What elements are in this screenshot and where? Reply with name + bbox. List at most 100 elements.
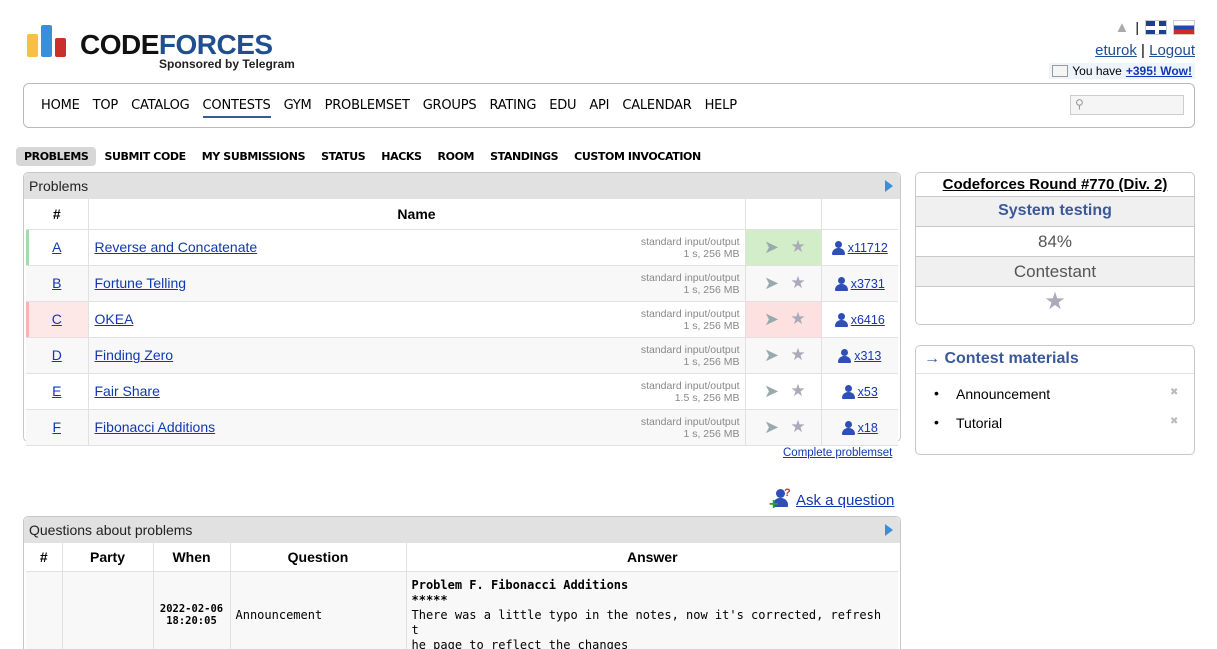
col-header-when: When [153,543,231,572]
favorite-star-icon[interactable]: ★ [790,345,805,365]
problems-box: Problems # Name A Reverse and Concatenate… [23,172,901,446]
complete-problemset-link[interactable]: Complete problemset [783,447,892,459]
submit-plane-icon[interactable]: ➤ [760,346,782,364]
submit-plane-icon[interactable]: ➤ [760,310,782,328]
material-item[interactable]: Announcement✖ [934,385,1194,415]
menu-item-edu[interactable]: EDU [549,98,576,118]
menu-item-groups[interactable]: GROUPS [423,98,477,118]
favorite-star-icon[interactable]: ★ [916,287,1194,323]
menu-item-problemset[interactable]: PROBLEMSET [325,98,410,118]
material-item[interactable]: Tutorial✖ [934,414,1194,444]
problem-index-link[interactable]: C [52,311,62,327]
problem-name-link[interactable]: Fibonacci Additions [95,419,216,435]
solved-count-link[interactable]: x53 [858,385,878,399]
solved-count-link[interactable]: x313 [854,349,881,363]
materials-list: Announcement✖Tutorial✖ [916,374,1194,444]
problem-row: C OKEA standard input/output 1 s, 256 MB ➤ ★ x… [26,301,898,338]
solved-count-link[interactable]: x6416 [851,313,885,327]
favorite-star-icon[interactable]: ★ [790,417,805,437]
notification-banner: You have +395! Wow! [1049,63,1195,79]
problems-box-title: Problems [24,173,900,199]
problem-index-link[interactable]: B [52,275,61,291]
english-flag-icon[interactable] [1145,19,1167,35]
solved-count-icon [831,241,845,256]
notify-link[interactable]: +395! Wow! [1126,64,1192,78]
menu-item-gym[interactable]: GYM [284,98,312,118]
menu-item-home[interactable]: HOME [41,98,80,118]
submit-plane-icon[interactable]: ➤ [760,274,782,292]
sub-menu-hacks[interactable]: HACKS [373,147,429,166]
problem-row: A Reverse and Concatenate standard input/o… [26,229,898,266]
col-header-idx: # [26,199,89,230]
sub-menu-submit-code[interactable]: SUBMIT CODE [96,147,193,166]
question-when: 2022-02-06 18:20:05 [153,571,231,649]
col-header-answer: Answer [406,543,898,572]
sub-menu-standings[interactable]: STANDINGS [482,147,566,166]
search-input[interactable]: ⚲ [1070,95,1184,115]
expand-triangle-icon[interactable] [885,524,893,536]
menu-item-catalog[interactable]: CATALOG [131,98,190,118]
problem-index-link[interactable]: A [52,239,61,255]
username-link[interactable]: eturok [1095,42,1137,59]
language-row: ▲ | [1049,16,1195,38]
solved-count-link[interactable]: x3731 [851,277,885,291]
solved-count-link[interactable]: x18 [858,421,878,435]
submit-plane-icon[interactable]: ➤ [760,382,782,400]
favorite-star-icon[interactable]: ★ [790,309,805,329]
submit-plane-icon[interactable]: ➤ [760,418,782,436]
problem-name-link[interactable]: Fair Share [95,383,160,399]
menu-item-api[interactable]: API [589,98,609,118]
menu-item-contests[interactable]: CONTESTS [202,98,271,118]
expand-triangle-icon[interactable] [885,180,893,192]
sub-menu-problems[interactable]: PROBLEMS [16,147,97,166]
question-text: Announcement [230,571,407,649]
problem-index-link[interactable]: E [52,383,61,399]
contest-materials-box: → Contest materials Announcement✖Tutoria… [915,345,1195,455]
favorite-star-icon[interactable]: ★ [790,273,805,293]
table-row: 2022-02-06 18:20:05 Announcement Problem… [26,571,898,649]
main-menu: HOME TOP CATALOG CONTESTS GYM PROBLEMSET GROUP… [23,83,1195,128]
ask-question-link[interactable]: Ask a question [796,492,894,509]
search-icon: ⚲ [1075,97,1084,111]
logout-link[interactable]: Logout [1149,42,1195,59]
submit-plane-icon[interactable]: ➤ [760,238,782,256]
codeforces-logo[interactable]: CODEFORCES Sponsored by Telegram [27,25,317,75]
bell-icon[interactable]: ▲ [1115,19,1130,36]
questions-box-title: Questions about problems [24,517,900,543]
menu-item-rating[interactable]: RATING [489,98,536,118]
envelope-icon [1052,65,1069,77]
favorite-star-icon[interactable]: ★ [790,381,805,401]
menu-item-calendar[interactable]: CALENDAR [622,98,691,118]
contest-phase: System testing [916,197,1194,227]
solved-count-icon [834,277,848,292]
sub-menu-status[interactable]: STATUS [313,147,373,166]
sub-menu-room[interactable]: ROOM [430,147,483,166]
problem-row: F Fibonacci Additions standard input/outpu… [26,409,898,446]
contest-name[interactable]: Codeforces Round #770 (Div. 2) [916,173,1194,197]
separator: | [1141,42,1145,59]
contest-sub-menu: PROBLEMS SUBMIT CODE MY SUBMISSIONS STATUS H… [16,147,709,166]
sub-menu-my-submissions[interactable]: MY SUBMISSIONS [194,147,313,166]
col-header-question: Question [230,543,407,572]
problem-name-link[interactable]: OKEA [95,311,134,327]
solved-count-icon [841,385,855,400]
problem-name-link[interactable]: Reverse and Concatenate [95,239,258,255]
ask-question-icon: +? [769,487,791,513]
user-row: eturok | Logout [1049,42,1195,59]
problem-index-link[interactable]: F [52,419,61,435]
solved-count-link[interactable]: x11712 [848,241,888,255]
russian-flag-icon[interactable] [1173,19,1195,35]
menu-item-help[interactable]: HELP [705,98,737,118]
close-icon[interactable]: ✖ [1170,417,1178,427]
problem-index-link[interactable]: D [52,347,62,363]
problem-name-link[interactable]: Finding Zero [95,347,174,363]
favorite-star-icon[interactable]: ★ [790,237,805,257]
questions-table: # Party When Question Answer 2022-02-06 … [26,543,898,649]
menu-item-top[interactable]: TOP [93,98,119,118]
testing-progress: 84% [916,227,1194,257]
close-icon[interactable]: ✖ [1170,388,1178,398]
sub-menu-custom-invocation[interactable]: CUSTOM INVOCATION [566,147,709,166]
problem-name-link[interactable]: Fortune Telling [95,275,187,291]
ask-question[interactable]: +? Ask a question [769,487,894,513]
header-user-panel: ▲ | eturok | Logout You have +395! Wow! [1049,16,1195,82]
